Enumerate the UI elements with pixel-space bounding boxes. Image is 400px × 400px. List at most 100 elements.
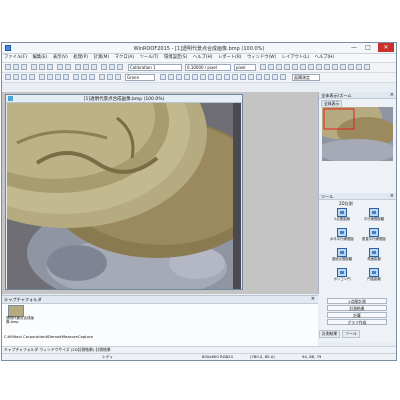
tab-tools[interactable]: ツール bbox=[342, 330, 360, 338]
paste-icon[interactable] bbox=[47, 64, 53, 70]
undo-icon[interactable] bbox=[57, 64, 63, 70]
tool-angle-distance[interactable]: 角度距離 bbox=[362, 248, 386, 266]
print-icon[interactable] bbox=[31, 64, 37, 70]
edge-icon[interactable] bbox=[63, 74, 69, 80]
area-measure-button[interactable]: 面積測定 bbox=[292, 74, 320, 81]
perimeter-icon[interactable] bbox=[208, 74, 214, 80]
zoom-in-icon[interactable] bbox=[75, 64, 81, 70]
capture-folder-title: キャプチャフォルダ bbox=[4, 297, 42, 302]
menu-help-2[interactable]: ヘルプ(H) bbox=[313, 54, 336, 62]
camera-icon[interactable] bbox=[101, 64, 107, 70]
overlay-icon[interactable] bbox=[248, 74, 254, 80]
close-icon[interactable]: × bbox=[390, 92, 394, 99]
side-button-graph[interactable]: グラフ作成 bbox=[327, 319, 387, 325]
channel-g-icon[interactable] bbox=[107, 74, 113, 80]
distance-icon[interactable] bbox=[192, 74, 198, 80]
capture-icon[interactable] bbox=[109, 64, 115, 70]
scale-bar-icon[interactable] bbox=[232, 74, 238, 80]
count-icon[interactable] bbox=[168, 74, 174, 80]
tab-overview[interactable]: 全体表示 bbox=[321, 100, 343, 107]
invert-icon[interactable] bbox=[81, 74, 87, 80]
close-icon[interactable]: × bbox=[311, 296, 315, 303]
channel-b-icon[interactable] bbox=[115, 74, 121, 80]
close-button[interactable]: ✕ bbox=[378, 43, 394, 52]
binary-icon[interactable] bbox=[73, 74, 79, 80]
scale-field[interactable]: 0.10000 / pixel bbox=[185, 64, 231, 71]
report-icon[interactable] bbox=[256, 74, 262, 80]
tab-results[interactable]: 計測結果 bbox=[319, 330, 341, 338]
line-icon[interactable] bbox=[276, 64, 282, 70]
menu-settings[interactable]: 環境設定(S) bbox=[162, 54, 189, 62]
overview-thumbnail[interactable] bbox=[322, 107, 393, 161]
measure-icon[interactable] bbox=[160, 74, 166, 80]
menu-macro[interactable]: マクロ(A) bbox=[113, 54, 136, 62]
marker-icon[interactable] bbox=[240, 74, 246, 80]
side-button-2point[interactable]: 2点間計測 bbox=[327, 298, 387, 304]
brush-icon[interactable] bbox=[348, 64, 354, 70]
menu-measure[interactable]: 計測(M) bbox=[92, 54, 112, 62]
side-button-calc[interactable]: 計算 bbox=[327, 312, 387, 318]
calibration-select[interactable]: Calibration 1 bbox=[128, 64, 182, 71]
menu-view[interactable]: 表示(V) bbox=[51, 54, 70, 62]
rect-icon[interactable] bbox=[284, 64, 290, 70]
filter-icon[interactable] bbox=[39, 74, 45, 80]
tool-polygon-circle[interactable]: ポリゴン円 bbox=[330, 268, 354, 286]
channel-r-icon[interactable] bbox=[99, 74, 105, 80]
text-icon[interactable] bbox=[308, 64, 314, 70]
menu-window[interactable]: ウィンドウ(W) bbox=[245, 54, 278, 62]
ellipse-icon[interactable] bbox=[292, 64, 298, 70]
grid-icon[interactable] bbox=[117, 64, 123, 70]
save-icon[interactable] bbox=[21, 64, 27, 70]
blur-icon[interactable] bbox=[55, 74, 61, 80]
menu-edit[interactable]: 編集(E) bbox=[31, 54, 50, 62]
eraser-icon[interactable] bbox=[332, 64, 338, 70]
gray-icon[interactable] bbox=[13, 74, 19, 80]
copy-icon[interactable] bbox=[39, 64, 45, 70]
new-file-icon[interactable] bbox=[5, 64, 11, 70]
tool-vertical-distance[interactable]: 垂直平行線間距離 bbox=[362, 228, 386, 246]
tool-2point-distance[interactable]: 2点間距離 bbox=[330, 208, 354, 226]
table-icon[interactable] bbox=[280, 74, 286, 80]
maximize-button[interactable]: □ bbox=[362, 43, 374, 52]
histogram-icon[interactable] bbox=[21, 74, 27, 80]
fit-icon[interactable] bbox=[91, 64, 97, 70]
side-button-results[interactable]: 計測結果 bbox=[327, 305, 387, 311]
color-mode-select[interactable]: Green bbox=[125, 74, 155, 81]
circle-icon[interactable] bbox=[184, 74, 190, 80]
menu-file[interactable]: ファイル(F) bbox=[2, 54, 29, 62]
pan-icon[interactable] bbox=[268, 64, 274, 70]
unit-select[interactable]: pixel bbox=[234, 64, 256, 71]
menu-help-1[interactable]: ヘルプ(H) bbox=[191, 54, 214, 62]
export-icon[interactable] bbox=[264, 74, 270, 80]
pointer-icon[interactable] bbox=[260, 64, 266, 70]
ruler-icon[interactable] bbox=[224, 74, 230, 80]
polygon-icon[interactable] bbox=[300, 64, 306, 70]
angle-icon[interactable] bbox=[176, 74, 182, 80]
tool-parallel-distance[interactable]: 平行線間距離 bbox=[362, 208, 386, 226]
arrow-icon[interactable] bbox=[316, 64, 322, 70]
color-icon[interactable] bbox=[340, 64, 346, 70]
tool-arc-distance[interactable]: 円弧距離 bbox=[362, 268, 386, 286]
menu-process[interactable]: 処理(P) bbox=[71, 54, 90, 62]
menu-layout[interactable]: レイアウト(L) bbox=[280, 54, 311, 62]
zoom-out-icon[interactable] bbox=[83, 64, 89, 70]
label-icon[interactable] bbox=[216, 74, 222, 80]
redo-icon[interactable] bbox=[65, 64, 71, 70]
tool-horizontal-distance[interactable]: 水平平行線間距離 bbox=[330, 228, 354, 246]
area-icon[interactable] bbox=[200, 74, 206, 80]
rotate-icon[interactable] bbox=[89, 74, 95, 80]
image-canvas[interactable] bbox=[7, 103, 241, 289]
minimize-button[interactable]: — bbox=[348, 43, 360, 52]
menu-tool[interactable]: ツール(T) bbox=[138, 54, 161, 62]
contrast-icon[interactable] bbox=[29, 74, 35, 80]
rgb-icon[interactable] bbox=[5, 74, 11, 80]
close-icon[interactable]: × bbox=[390, 193, 394, 200]
tool-continuous-distance[interactable]: 連続点間距離 bbox=[330, 248, 354, 266]
sharpen-icon[interactable] bbox=[47, 74, 53, 80]
graph-icon[interactable] bbox=[272, 74, 278, 80]
fill-icon[interactable] bbox=[356, 64, 362, 70]
pen-icon[interactable] bbox=[324, 64, 330, 70]
menu-report[interactable]: レポート(R) bbox=[216, 54, 244, 62]
open-folder-icon[interactable] bbox=[13, 64, 19, 70]
settings-icon[interactable] bbox=[364, 64, 370, 70]
